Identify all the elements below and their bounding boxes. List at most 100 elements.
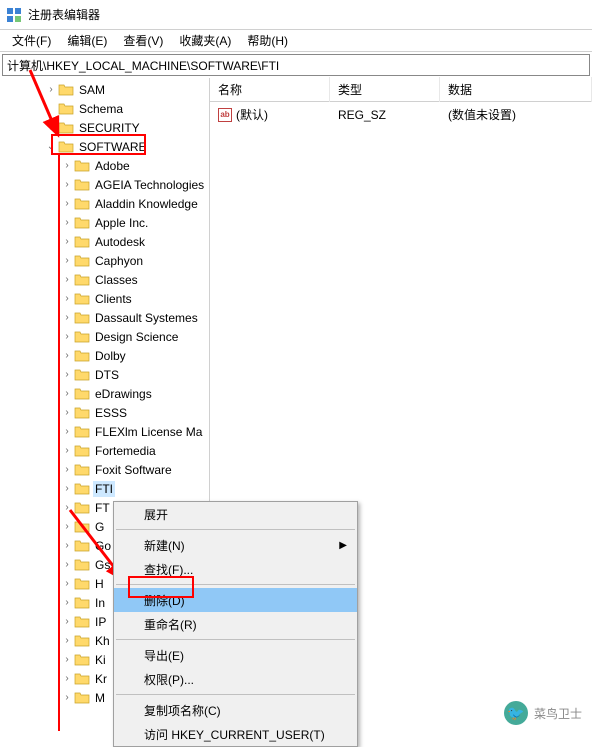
ctx-copy-key-name[interactable]: 复制项名称(C) xyxy=(114,698,357,722)
tree-node[interactable]: ›AGEIA Technologies xyxy=(0,175,209,194)
tree-node-label: FTI xyxy=(93,481,115,497)
tree-node[interactable]: ›FLEXlm License Ma xyxy=(0,422,209,441)
menu-file[interactable]: 文件(F) xyxy=(4,30,59,51)
expand-chevron-icon[interactable]: › xyxy=(60,274,74,285)
value-type: REG_SZ xyxy=(330,106,440,124)
tree-node[interactable]: ›Dassault Systemes xyxy=(0,308,209,327)
folder-icon xyxy=(74,178,90,192)
expand-chevron-icon[interactable]: › xyxy=(60,312,74,323)
tree-node[interactable]: ›Clients xyxy=(0,289,209,308)
tree-node-label: Go xyxy=(93,538,113,554)
folder-icon xyxy=(74,368,90,382)
expand-chevron-icon[interactable]: › xyxy=(60,502,74,513)
folder-icon xyxy=(74,672,90,686)
folder-icon xyxy=(74,159,90,173)
tree-node[interactable]: ›ESSS xyxy=(0,403,209,422)
expand-chevron-icon[interactable]: › xyxy=(60,445,74,456)
string-value-icon: ab xyxy=(218,108,232,122)
tree-node-label: Autodesk xyxy=(93,234,147,250)
expand-chevron-icon[interactable]: › xyxy=(60,540,74,551)
ctx-expand[interactable]: 展开 xyxy=(114,502,357,526)
tree-node-label: IP xyxy=(93,614,108,630)
addressbar[interactable]: 计算机\HKEY_LOCAL_MACHINE\SOFTWARE\FTI xyxy=(2,54,590,76)
tree-node[interactable]: ›eDrawings xyxy=(0,384,209,403)
menu-edit[interactable]: 编辑(E) xyxy=(59,30,115,51)
expand-chevron-icon[interactable]: › xyxy=(60,160,74,171)
expand-chevron-icon[interactable]: › xyxy=(60,521,74,532)
tree-node[interactable]: › Adobe xyxy=(0,156,209,175)
tree-node[interactable]: ⌄ SOFTWARE xyxy=(0,137,209,156)
expand-chevron-icon[interactable]: › xyxy=(60,635,74,646)
expand-chevron-icon[interactable]: › xyxy=(60,350,74,361)
folder-icon xyxy=(74,463,90,477)
tree-node[interactable]: › Autodesk xyxy=(0,232,209,251)
menu-view[interactable]: 查看(V) xyxy=(115,30,171,51)
tree-node[interactable]: ›Caphyon xyxy=(0,251,209,270)
expand-chevron-icon[interactable]: › xyxy=(60,692,74,703)
tree-node-label: Classes xyxy=(93,272,140,288)
ctx-delete[interactable]: 删除(D) xyxy=(114,588,357,612)
tree-node-label: In xyxy=(93,595,107,611)
expand-chevron-icon[interactable]: › xyxy=(60,673,74,684)
folder-icon xyxy=(74,406,90,420)
expand-chevron-icon[interactable]: › xyxy=(60,293,74,304)
expand-chevron-icon[interactable]: › xyxy=(44,122,58,133)
expand-chevron-icon[interactable]: › xyxy=(60,616,74,627)
col-type[interactable]: 类型 xyxy=(330,77,440,102)
tree-node[interactable]: › SAM xyxy=(0,80,209,99)
tree-node[interactable]: ›Dolby xyxy=(0,346,209,365)
ctx-rename[interactable]: 重命名(R) xyxy=(114,612,357,636)
tree-node[interactable]: ›Design Science xyxy=(0,327,209,346)
folder-icon xyxy=(74,539,90,553)
tree-node-label: Apple Inc. xyxy=(93,215,150,231)
menu-favorites[interactable]: 收藏夹(A) xyxy=(171,30,239,51)
tree-node[interactable]: ›Fortemedia xyxy=(0,441,209,460)
tree-node[interactable]: › FTI xyxy=(0,479,209,498)
expand-chevron-icon[interactable]: › xyxy=(60,255,74,266)
tree-node[interactable]: › Aladdin Knowledge xyxy=(0,194,209,213)
tree-node[interactable]: › DTS xyxy=(0,365,209,384)
list-row[interactable]: ab(默认)REG_SZ(数值未设置) xyxy=(210,102,592,127)
expand-chevron-icon[interactable]: › xyxy=(60,578,74,589)
col-name[interactable]: 名称 xyxy=(210,77,330,102)
ctx-separator xyxy=(116,639,355,640)
expand-chevron-icon[interactable]: › xyxy=(60,236,74,247)
expand-chevron-icon[interactable]: › xyxy=(60,597,74,608)
expand-chevron-icon[interactable]: › xyxy=(44,84,58,95)
ctx-export[interactable]: 导出(E) xyxy=(114,643,357,667)
expand-chevron-icon[interactable]: › xyxy=(60,179,74,190)
tree-node[interactable]: › Apple Inc. xyxy=(0,213,209,232)
tree-node-label: SAM xyxy=(77,82,107,98)
folder-icon xyxy=(74,197,90,211)
menu-help[interactable]: 帮助(H) xyxy=(239,30,296,51)
expand-chevron-icon[interactable]: › xyxy=(60,559,74,570)
expand-chevron-icon[interactable]: ⌄ xyxy=(44,141,58,152)
expand-chevron-icon[interactable]: › xyxy=(60,331,74,342)
tree-node-label: Aladdin Knowledge xyxy=(93,196,200,212)
expand-chevron-icon[interactable]: › xyxy=(60,654,74,665)
value-data: (数值未设置) xyxy=(440,104,592,125)
ctx-goto-hkcu[interactable]: 访问 HKEY_CURRENT_USER(T) xyxy=(114,722,357,746)
ctx-separator xyxy=(116,694,355,695)
ctx-new[interactable]: 新建(N)▶ xyxy=(114,533,357,557)
tree-node-label: Foxit Software xyxy=(93,462,174,478)
tree-node[interactable]: ›SECURITY xyxy=(0,118,209,137)
expand-chevron-icon[interactable]: › xyxy=(60,464,74,475)
expand-chevron-icon[interactable]: › xyxy=(60,388,74,399)
expand-chevron-icon[interactable]: › xyxy=(60,369,74,380)
title-text: 注册表编辑器 xyxy=(28,6,100,23)
expand-chevron-icon[interactable]: › xyxy=(60,407,74,418)
tree-node[interactable]: › Foxit Software xyxy=(0,460,209,479)
expand-chevron-icon[interactable]: › xyxy=(60,217,74,228)
tree-node-label: Adobe xyxy=(93,158,132,174)
expand-chevron-icon[interactable]: › xyxy=(60,483,74,494)
expand-chevron-icon[interactable]: › xyxy=(60,426,74,437)
col-data[interactable]: 数据 xyxy=(440,77,592,102)
tree-node[interactable]: Schema xyxy=(0,99,209,118)
tree-node-label: SOFTWARE xyxy=(77,139,149,155)
expand-chevron-icon[interactable]: › xyxy=(60,198,74,209)
ctx-permissions[interactable]: 权限(P)... xyxy=(114,667,357,691)
ctx-find[interactable]: 查找(F)... xyxy=(114,557,357,581)
tree-node-label: DTS xyxy=(93,367,121,383)
tree-node[interactable]: › Classes xyxy=(0,270,209,289)
